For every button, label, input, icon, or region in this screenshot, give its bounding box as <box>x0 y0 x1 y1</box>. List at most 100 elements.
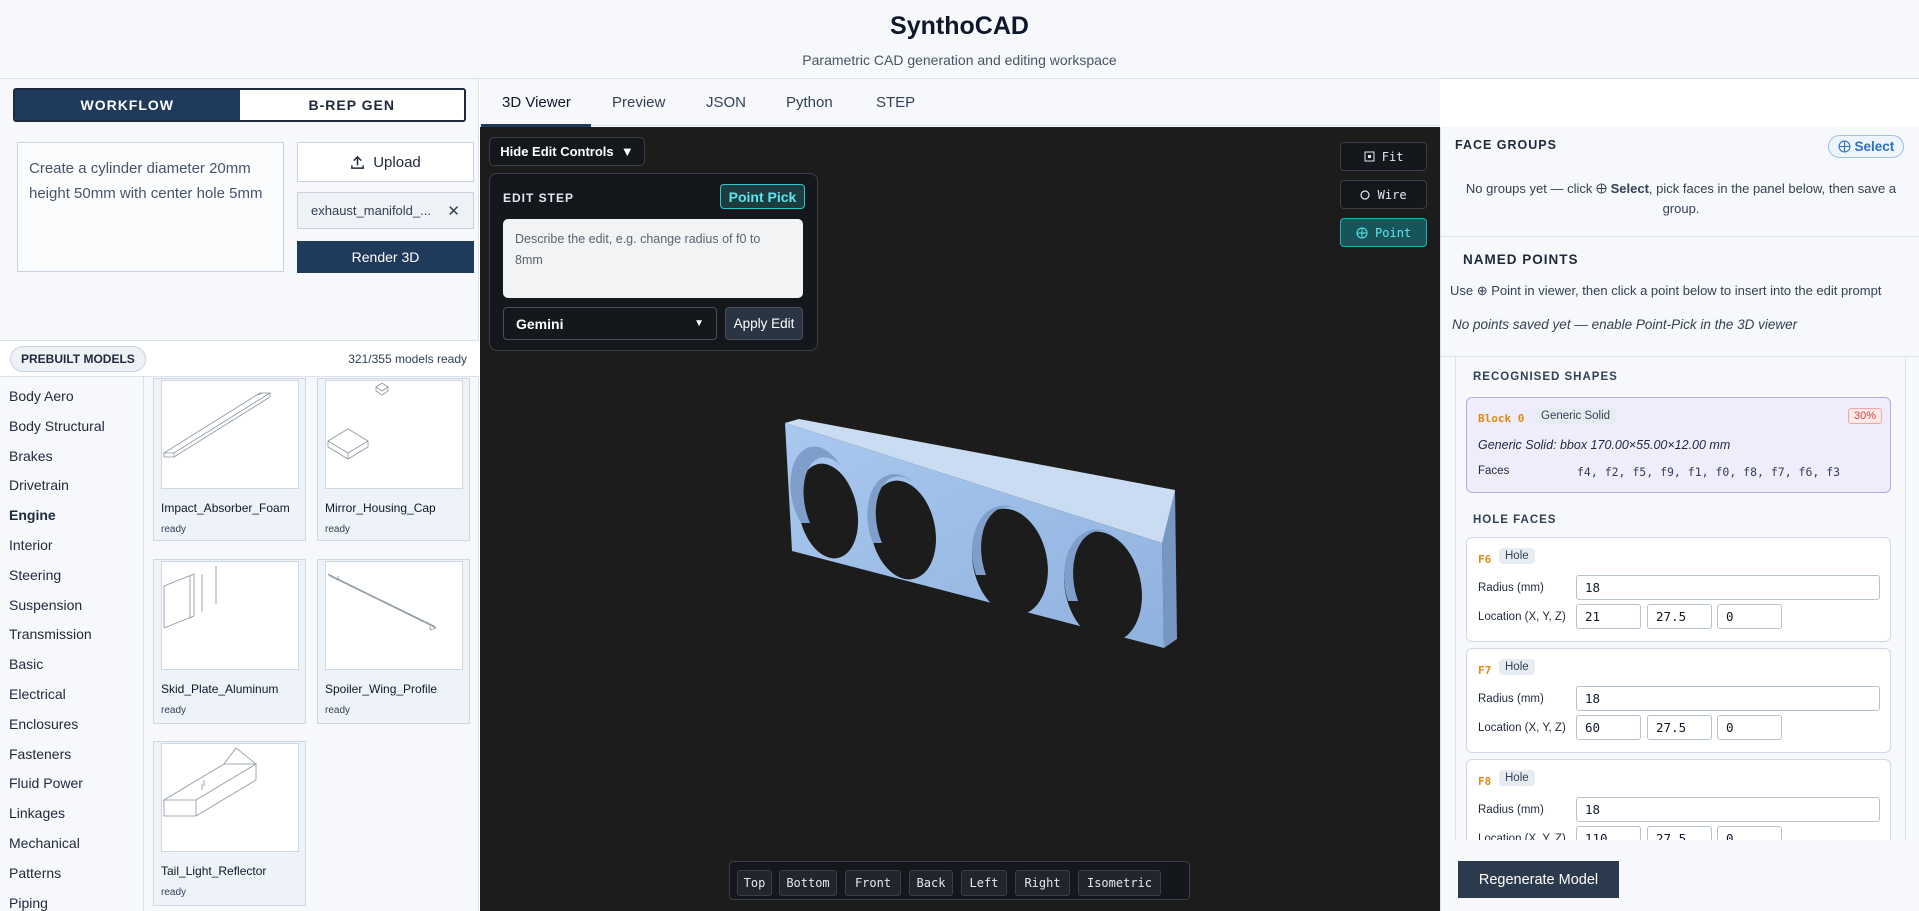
radius-input[interactable]: 18 <box>1576 686 1880 711</box>
shape-type-badge: Generic Solid <box>1535 408 1617 424</box>
face-id: F6 <box>1478 553 1492 566</box>
3d-model-render[interactable] <box>480 127 1440 911</box>
model-card[interactable]: Impact_Absorber_Foam ready <box>153 378 306 541</box>
3d-viewer[interactable]: Hide Edit Controls ▼ EDIT STEP Point Pic… <box>480 127 1440 911</box>
close-icon[interactable]: ✕ <box>447 202 460 220</box>
category-item[interactable]: Drivetrain <box>0 466 143 496</box>
category-item[interactable]: Body Structural <box>0 407 143 437</box>
radius-input[interactable]: 18 <box>1576 797 1880 822</box>
category-item[interactable]: Transmission <box>0 615 143 645</box>
category-item[interactable]: Mechanical <box>0 824 143 854</box>
shapes-scroll-area[interactable]: RECOGNISED SHAPES Block 0 Generic Solid … <box>1455 356 1906 840</box>
view-back-button[interactable]: Back <box>909 870 953 896</box>
select-faces-button[interactable]: Select <box>1828 135 1904 158</box>
category-item[interactable]: Interior <box>0 526 143 556</box>
view-isometric-button[interactable]: Isometric <box>1078 870 1161 896</box>
app-header: SynthoCAD Parametric CAD generation and … <box>0 0 1919 79</box>
view-top-button[interactable]: Top <box>737 870 772 896</box>
recognised-shapes-title: RECOGNISED SHAPES <box>1473 371 1618 383</box>
location-x-input[interactable]: 21 <box>1576 604 1641 629</box>
view-left-button[interactable]: Left <box>961 870 1007 896</box>
shape-description: Generic Solid: bbox 170.00×55.00×12.00 m… <box>1478 438 1731 452</box>
model-card[interactable]: Mirror_Housing_Cap ready <box>317 378 470 541</box>
tab-3d-viewer[interactable]: 3D Viewer <box>502 94 571 111</box>
named-points-section: NAMED POINTS Use ⊕ Point in viewer, then… <box>1441 236 1919 357</box>
tab-step[interactable]: STEP <box>876 94 915 111</box>
view-right-button[interactable]: Right <box>1015 870 1070 896</box>
category-item[interactable]: Linkages <box>0 794 143 824</box>
location-y-input[interactable]: 27.5 <box>1647 715 1712 740</box>
location-x-input[interactable]: 110 <box>1576 826 1641 840</box>
category-item[interactable]: Patterns <box>0 854 143 884</box>
prebuilt-models-bar: PREBUILT MODELS 321/355 models ready <box>0 340 479 377</box>
render-3d-button[interactable]: Render 3D <box>297 241 474 273</box>
face-groups-empty-text: No groups yet — click Select, pick faces… <box>1461 179 1901 219</box>
named-points-empty: No points saved yet — enable Point-Pick … <box>1452 317 1798 332</box>
category-item[interactable]: Basic <box>0 645 143 675</box>
location-z-input[interactable]: 0 <box>1717 604 1782 629</box>
named-points-title: NAMED POINTS <box>1463 252 1579 267</box>
shape-card[interactable]: Block 0 Generic Solid 30% Generic Solid:… <box>1466 397 1891 493</box>
category-item[interactable]: Enclosures <box>0 705 143 735</box>
radius-input[interactable]: 18 <box>1576 575 1880 600</box>
model-name: Spoiler_Wing_Profile <box>325 682 438 696</box>
location-x-input[interactable]: 60 <box>1576 715 1641 740</box>
face-groups-empty-select: Select <box>1610 181 1649 196</box>
crosshair-icon <box>1838 140 1851 153</box>
location-z-input[interactable]: 0 <box>1717 826 1782 840</box>
prompt-input[interactable]: Create a cylinder diameter 20mm height 5… <box>17 142 284 272</box>
view-bottom-button[interactable]: Bottom <box>779 870 837 896</box>
named-points-help: Use ⊕ Point in viewer, then click a poin… <box>1450 283 1882 298</box>
model-thumbnail <box>161 380 299 489</box>
category-item[interactable]: Fasteners <box>0 735 143 765</box>
model-thumbnail <box>161 561 299 670</box>
location-label: Location (X, Y, Z) <box>1478 722 1566 734</box>
model-thumbnail <box>325 561 463 670</box>
app-title: SynthoCAD <box>890 12 1029 40</box>
category-item[interactable]: Steering <box>0 556 143 586</box>
upload-button[interactable]: Upload <box>297 142 474 182</box>
tab-workflow[interactable]: WORKFLOW <box>15 90 240 120</box>
location-y-input[interactable]: 27.5 <box>1647 826 1712 840</box>
left-panel: WORKFLOW B-REP GEN Create a cylinder dia… <box>0 79 479 911</box>
hole-type-badge: Hole <box>1499 659 1535 675</box>
hole-type-badge: Hole <box>1499 770 1535 786</box>
face-id: F7 <box>1478 664 1492 677</box>
prebuilt-models-toggle[interactable]: PREBUILT MODELS <box>10 346 146 372</box>
view-front-button[interactable]: Front <box>845 870 901 896</box>
face-groups-empty-part: , pick faces in the panel below, then sa… <box>1648 181 1897 216</box>
model-card[interactable]: Skid_Plate_Aluminum ready <box>153 559 306 724</box>
confidence-badge: 30% <box>1847 408 1882 424</box>
tab-brep-gen[interactable]: B-REP GEN <box>239 90 464 120</box>
category-item[interactable]: Engine <box>0 496 143 526</box>
model-name: Skid_Plate_Aluminum <box>161 682 279 696</box>
hole-card: F8 Hole Radius (mm) 18 Location (X, Y, Z… <box>1466 759 1891 840</box>
category-item[interactable]: Body Aero <box>0 377 143 407</box>
model-card[interactable]: Spoiler_Wing_Profile ready <box>317 559 470 724</box>
model-status: ready <box>161 887 187 898</box>
location-label: Location (X, Y, Z) <box>1478 611 1566 623</box>
model-status: ready <box>325 524 351 535</box>
file-name: exhaust_manifold_... <box>311 203 431 218</box>
hole-card: F6 Hole Radius (mm) 18 Location (X, Y, Z… <box>1466 537 1891 642</box>
upload-label: Upload <box>373 153 421 171</box>
upload-icon <box>351 155 365 169</box>
tab-python[interactable]: Python <box>786 94 833 111</box>
hole-faces-title: HOLE FACES <box>1473 514 1557 526</box>
right-panel: FACE GROUPS Select No groups yet — click… <box>1440 127 1919 911</box>
face-id: F8 <box>1478 775 1492 788</box>
category-item[interactable]: Piping <box>0 884 143 911</box>
regenerate-model-button[interactable]: Regenerate Model <box>1458 861 1619 898</box>
tab-json[interactable]: JSON <box>706 94 746 111</box>
category-item[interactable]: Brakes <box>0 437 143 467</box>
location-y-input[interactable]: 27.5 <box>1647 604 1712 629</box>
model-thumbnail <box>325 380 463 489</box>
app-subtitle: Parametric CAD generation and editing wo… <box>802 52 1117 68</box>
tab-preview[interactable]: Preview <box>612 94 665 111</box>
location-z-input[interactable]: 0 <box>1717 715 1782 740</box>
category-item[interactable]: Suspension <box>0 586 143 616</box>
crosshair-icon <box>1596 183 1607 194</box>
model-card[interactable]: Tail_Light_Reflector ready <box>153 741 306 906</box>
category-item[interactable]: Electrical <box>0 675 143 705</box>
category-item[interactable]: Fluid Power <box>0 764 143 794</box>
